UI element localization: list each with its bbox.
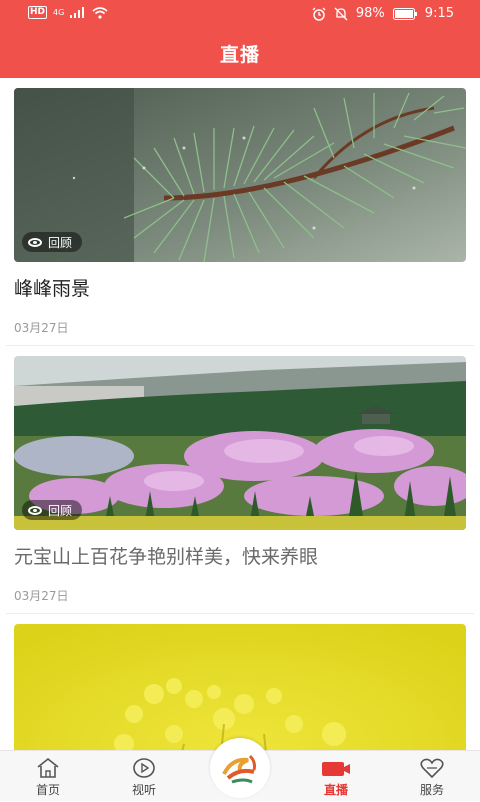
mute-bell-icon: [334, 7, 348, 20]
status-right: 98% 9:15: [312, 6, 454, 21]
eye-icon: [28, 237, 42, 247]
signal-icon: [70, 7, 85, 18]
status-bar: HD 4G 98% 9:15: [0, 0, 480, 28]
replay-label: 回顾: [48, 503, 73, 518]
tab-label: 直播: [323, 783, 348, 797]
replay-badge: 回顾: [22, 232, 83, 252]
rapeseed-flower-image: [14, 624, 466, 750]
center-app-logo-button[interactable]: [210, 738, 270, 798]
live-thumbnail[interactable]: 回顾: [14, 88, 466, 262]
battery-icon: [392, 7, 417, 20]
live-title[interactable]: 峰峰雨景: [14, 274, 90, 301]
page-title: 直播: [219, 43, 260, 66]
clock-time: 9:15: [424, 6, 454, 21]
live-thumbnail[interactable]: [14, 624, 466, 750]
app-logo-icon: [220, 750, 260, 790]
heart-service-icon: [420, 758, 444, 779]
divider: [6, 613, 474, 614]
app-header: 直播: [0, 28, 480, 78]
wifi-icon: [92, 6, 108, 19]
pine-rain-image: [14, 88, 466, 262]
tab-services[interactable]: 服务: [392, 751, 472, 801]
play-icon: [133, 758, 155, 778]
live-date: 03月27日: [14, 589, 69, 603]
tab-label: 视听: [131, 783, 156, 797]
hd-indicator: HD: [28, 6, 48, 19]
live-date: 03月27日: [14, 321, 69, 335]
network-type: 4G: [53, 8, 65, 17]
divider: [6, 345, 474, 346]
video-camera-icon: [322, 762, 350, 776]
tab-audio-video[interactable]: 视听: [104, 751, 184, 801]
status-left: HD 4G: [28, 6, 108, 19]
battery-percent: 98%: [355, 6, 385, 21]
home-icon: [37, 757, 59, 778]
tab-label: 首页: [35, 783, 60, 797]
replay-label: 回顾: [48, 235, 73, 250]
live-feed-list[interactable]: 回顾 峰峰雨景 03月27日 回顾 元宝山上百花争艳别样美，快来养眼 03月27…: [0, 78, 480, 750]
eye-icon: [28, 505, 42, 515]
alarm-icon: [312, 7, 326, 21]
live-thumbnail[interactable]: 回顾: [14, 356, 466, 530]
tab-label: 服务: [419, 783, 444, 797]
tab-live[interactable]: 直播: [296, 751, 376, 801]
tab-home[interactable]: 首页: [8, 751, 88, 801]
live-title[interactable]: 元宝山上百花争艳别样美，快来养眼: [14, 542, 318, 569]
replay-badge: 回顾: [22, 500, 83, 520]
blossom-mountain-image: [14, 356, 466, 530]
